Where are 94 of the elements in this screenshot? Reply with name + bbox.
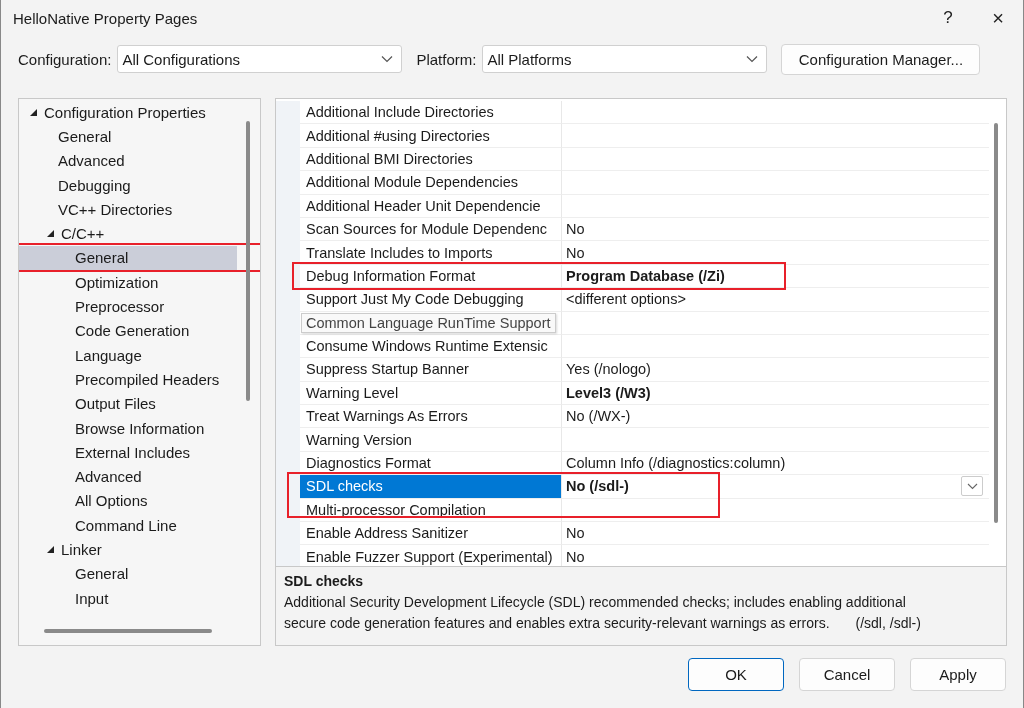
property-row[interactable]: Support Just My Code Debugging <different options> — [276, 288, 989, 312]
description-text: Additional Security Development Lifecycle (SDL) recommended checks; includes enabling additional secure code generation features and enables extra security-relevant warnings as errors. (/sdl, /sdl-) — [284, 593, 922, 633]
property-name: Warning Level — [306, 384, 399, 401]
property-row[interactable]: Additional BMI Directories — [276, 147, 989, 172]
property-value: Program Database (/Zi) — [566, 267, 725, 284]
property-row[interactable]: SDL checks No (/sdl-) — [276, 475, 989, 499]
tree-item[interactable]: Debugging — [19, 172, 237, 198]
property-row[interactable]: Treat Warnings As Errors No (/WX-) — [276, 405, 989, 429]
tooltip: Common Language RunTime Support — [301, 312, 556, 333]
scrollbar[interactable] — [994, 123, 998, 523]
tree-item[interactable]: External Includes — [19, 440, 237, 465]
tree-item[interactable]: Advanced — [19, 464, 237, 489]
property-row[interactable]: Additional #using Directories — [276, 124, 989, 148]
property-row[interactable]: Additional Header Unit Dependencie — [276, 194, 989, 218]
property-name: Additional Header Unit Dependencie — [306, 197, 541, 214]
property-row[interactable]: Translate Includes to Imports No — [276, 241, 989, 265]
property-row[interactable]: Multi-processor Compilation — [276, 498, 989, 523]
platform-dropdown[interactable]: All Platforms — [482, 45, 768, 73]
property-name: Enable Address Sanitizer — [306, 525, 468, 542]
property-name: Multi-processor Compilation — [306, 501, 486, 518]
property-value: No — [566, 244, 585, 261]
tree-item[interactable]: General — [19, 245, 237, 271]
chevron-down-icon — [966, 482, 978, 490]
scrollbar[interactable] — [44, 629, 212, 633]
description-title: SDL checks — [284, 573, 365, 589]
property-value: No — [566, 548, 585, 565]
property-name: Additional #using Directories — [306, 127, 490, 144]
expanded-triangle-icon[interactable] — [46, 545, 55, 554]
property-name: Diagnostics Format — [306, 455, 431, 472]
dialog-button[interactable]: OK — [688, 658, 784, 691]
property-value: <different options> — [566, 291, 686, 308]
property-name: Additional BMI Directories — [306, 150, 473, 167]
property-name: Treat Warnings As Errors — [306, 408, 468, 425]
property-name: Additional Module Dependencies — [306, 174, 518, 191]
property-name: Consume Windows Runtime Extensic — [306, 338, 548, 355]
tree-item[interactable]: Language — [19, 342, 237, 368]
property-value: No — [566, 525, 585, 542]
dialog-button[interactable]: Apply — [910, 658, 1006, 691]
property-value: No (/WX-) — [566, 408, 631, 425]
property-value: No (/sdl-) — [566, 478, 629, 495]
property-row[interactable]: Warning Version — [276, 428, 989, 452]
configuration-manager-button[interactable]: Configuration Manager... — [781, 43, 981, 75]
property-value: No — [566, 221, 585, 238]
property-row[interactable]: Enable Address Sanitizer No — [276, 522, 989, 546]
tree-item[interactable]: All Options — [19, 488, 237, 514]
property-name: Suppress Startup Banner — [306, 361, 469, 378]
tree-item[interactable]: Output Files — [19, 391, 237, 416]
property-name: Support Just My Code Debugging — [306, 291, 524, 308]
tree-item[interactable]: VC++ Directories — [19, 197, 237, 222]
property-row[interactable]: Scan Sources for Module Dependenc No — [276, 217, 989, 242]
tree-item[interactable]: Precompiled Headers — [19, 367, 237, 392]
property-name: SDL checks — [306, 478, 383, 495]
dialog-button[interactable]: Cancel — [799, 658, 895, 691]
property-value: Level3 (/W3) — [566, 384, 651, 401]
window-title: HelloNative Property Pages — [13, 9, 199, 27]
property-row[interactable]: Additional Module Dependencies — [276, 171, 989, 195]
tree-item[interactable]: Advanced — [19, 148, 237, 173]
platform-label: Platform: — [416, 50, 477, 68]
chevron-down-icon — [746, 55, 759, 63]
property-row[interactable]: Enable Fuzzer Support (Experimental) No — [276, 545, 989, 566]
tree-item[interactable]: Command Line — [19, 513, 237, 538]
property-row[interactable]: Consume Windows Runtime Extensic — [276, 334, 989, 359]
property-row[interactable]: Additional Include Directories — [276, 101, 989, 125]
property-value: Yes (/nologo) — [566, 361, 651, 378]
property-name: Translate Includes to Imports — [306, 244, 493, 261]
property-name: Enable Fuzzer Support (Experimental) — [306, 548, 553, 565]
tree-item[interactable]: Linker — [19, 537, 237, 562]
scrollbar[interactable] — [246, 121, 250, 401]
property-name: Scan Sources for Module Dependenc — [306, 221, 547, 238]
property-name: Debug Information Format — [306, 267, 476, 284]
property-row[interactable]: Debug Information Format Program Database (/Zi) — [276, 264, 989, 289]
tree-item[interactable]: C/C++ — [19, 221, 237, 246]
help-button[interactable]: ? — [923, 1, 973, 35]
property-row[interactable]: Warning Level Level3 (/W3) — [276, 381, 989, 406]
property-name: Additional Include Directories — [306, 104, 494, 121]
tree-item[interactable]: Input — [19, 585, 237, 611]
dropdown-button[interactable] — [961, 476, 983, 497]
chevron-down-icon — [381, 55, 394, 63]
property-row[interactable]: Suppress Startup Banner Yes (/nologo) — [276, 358, 989, 382]
property-value: Column Info (/diagnostics:column) — [566, 455, 786, 472]
property-row[interactable]: Common Language RunTime Support — [276, 311, 989, 335]
property-name: Warning Version — [306, 431, 412, 448]
tree-item[interactable]: Optimization — [19, 270, 237, 295]
expanded-triangle-icon[interactable] — [46, 229, 55, 239]
tree-item[interactable]: Code Generation — [19, 318, 237, 343]
tree-item[interactable]: Browse Information — [19, 415, 237, 441]
tree-item[interactable]: General — [19, 124, 237, 149]
tree-item[interactable]: Configuration Properties — [19, 100, 237, 125]
tree-item[interactable]: General — [19, 561, 237, 586]
configuration-label: Configuration: — [18, 50, 112, 68]
close-button[interactable]: × — [973, 1, 1023, 35]
expanded-triangle-icon[interactable] — [29, 107, 38, 117]
tree-item[interactable]: Preprocessor — [19, 294, 237, 319]
configuration-dropdown[interactable]: All Configurations — [117, 45, 403, 73]
